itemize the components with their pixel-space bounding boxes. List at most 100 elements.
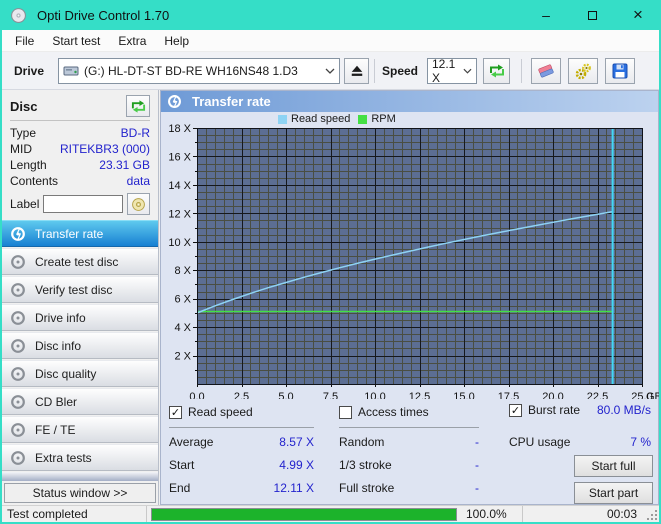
disc-icon: [10, 310, 26, 326]
drive-select[interactable]: (G:) HL-DT-ST BD-RE WH16NS48 1.D3: [58, 58, 340, 84]
save-icon: [612, 63, 628, 79]
start-full-button[interactable]: Start full: [574, 455, 653, 477]
rpm-legend-label: RPM: [371, 113, 396, 125]
cpu-usage-row: CPU usage 7 %: [509, 435, 651, 449]
disc-row-mid: MID RITEKBR3 (000): [10, 142, 150, 156]
result-row: Full stroke -: [339, 481, 479, 495]
svg-text:17.5: 17.5: [498, 391, 519, 399]
burst-rate-checkbox[interactable]: ✓ Burst rate: [509, 403, 580, 418]
sidebar-item-extra-tests[interactable]: Extra tests: [2, 444, 158, 471]
panel-title: Transfer rate: [192, 94, 271, 109]
sidebar-item-transfer-rate[interactable]: Transfer rate: [2, 220, 158, 247]
checkbox-icon: ✓: [509, 404, 522, 417]
disc-icon: [10, 422, 26, 438]
status-text: Test completed: [2, 506, 147, 522]
svg-text:20.0: 20.0: [542, 391, 563, 399]
access-times-checkbox[interactable]: Access times: [339, 405, 429, 419]
divider: [169, 427, 314, 428]
drive-icon: [63, 66, 79, 76]
result-row: Average 8.57 X: [169, 435, 314, 449]
rpm-legend-swatch: [358, 114, 368, 124]
speed-select[interactable]: 12.1 X: [427, 57, 477, 85]
disc-icon: [10, 254, 26, 270]
app-disc-icon: [11, 7, 26, 23]
svg-text:16 X: 16 X: [168, 151, 191, 163]
svg-text:14 X: 14 X: [168, 180, 191, 192]
chevron-down-icon: [325, 68, 335, 74]
svg-text:15.0: 15.0: [453, 391, 474, 399]
disc-panel: Disc Type BD-R MID RITEKBR3 (000) Length…: [2, 90, 158, 217]
gears-icon: [575, 63, 591, 79]
drive-label: Drive: [14, 64, 45, 78]
svg-text:4 X: 4 X: [174, 322, 191, 334]
disc-icon: [10, 394, 26, 410]
resize-grip[interactable]: [647, 510, 657, 520]
refresh-disc-button[interactable]: [126, 95, 150, 117]
sidebar-item-verify-test-disc[interactable]: Verify test disc: [2, 276, 158, 303]
disc-icon: [10, 450, 26, 466]
speed-label: Speed: [382, 64, 419, 78]
eraser-icon: [538, 64, 554, 78]
erase-disc-button[interactable]: [531, 58, 561, 84]
results-panel: ✓ Read speed Average 8.57 X Start 4.99 X E…: [161, 399, 658, 504]
burst-rate-row: ✓ Burst rate 80.0 MB/s: [509, 403, 651, 418]
svg-text:22.5: 22.5: [587, 391, 608, 399]
menu-start-test[interactable]: Start test: [43, 30, 109, 52]
close-icon[interactable]: ×: [615, 0, 661, 30]
progress-fill: [152, 508, 456, 520]
svg-text:10.0: 10.0: [364, 391, 385, 399]
menu-help[interactable]: Help: [155, 30, 198, 52]
read-speed-checkbox[interactable]: ✓ Read speed: [169, 405, 253, 419]
menu-file[interactable]: File: [6, 30, 43, 52]
disc-icon: [10, 282, 26, 298]
sidebar-nav: Transfer rate Create test disc Verify te…: [2, 220, 158, 472]
label-input[interactable]: [43, 195, 124, 213]
sidebar-item-drive-info[interactable]: Drive info: [2, 304, 158, 331]
window-title: Opti Drive Control 1.70: [37, 7, 170, 23]
minimize-icon[interactable]: –: [523, 0, 569, 30]
sidebar-item-disc-quality[interactable]: Disc quality: [2, 360, 158, 387]
svg-text:7.5: 7.5: [323, 391, 338, 399]
sidebar-item-create-test-disc[interactable]: Create test disc: [2, 248, 158, 275]
checkbox-icon: [339, 405, 352, 419]
disc-row-length: Length 23.31 GB: [10, 158, 150, 172]
read-speed-legend-swatch: [278, 114, 287, 124]
transfer-rate-chart: Read speed RPM 0.0 2.5 5.0 7.5 10.0 12.5 15.0 1…: [161, 112, 659, 403]
toolbar-separator: [521, 59, 522, 83]
sidebar-item-disc-info[interactable]: Disc info: [2, 332, 158, 359]
svg-text:5.0: 5.0: [278, 391, 293, 399]
result-row: 1/3 stroke -: [339, 458, 479, 472]
chevron-down-icon: [463, 68, 472, 74]
svg-text:0.0: 0.0: [189, 391, 204, 399]
result-row: Random -: [339, 435, 479, 449]
chart-plot: 0.0 2.5 5.0 7.5 10.0 12.5 15.0 17.5 20.0 22.5 25.0…: [168, 123, 659, 403]
disc-icon: [10, 338, 26, 354]
status-window-button[interactable]: Status window >>: [4, 483, 156, 503]
toolbar-separator: [374, 59, 375, 83]
divider: [10, 120, 150, 121]
status-bar: Test completed 100.0% 00:03: [2, 505, 659, 522]
svg-text:12 X: 12 X: [168, 208, 191, 220]
label-field-label: Label: [10, 197, 40, 211]
svg-text:2 X: 2 X: [174, 351, 191, 363]
sidebar-item-fe-te[interactable]: FE / TE: [2, 416, 158, 443]
settings-button[interactable]: [568, 58, 598, 84]
disc-bolt-icon: [10, 226, 26, 242]
sidebar-item-cd-bler[interactable]: CD Bler: [2, 388, 158, 415]
speed-value: 12.1 X: [432, 57, 456, 85]
toolbar: Drive (G:) HL-DT-ST BD-RE WH16NS48 1.D3: [2, 52, 659, 90]
result-row: Start 4.99 X: [169, 458, 314, 472]
start-part-button[interactable]: Start part: [574, 482, 653, 504]
refresh-speed-button[interactable]: [483, 58, 510, 84]
progress-percent: 100.0%: [461, 506, 523, 522]
disc-row-type: Type BD-R: [10, 126, 150, 140]
save-button[interactable]: [605, 58, 635, 84]
read-speed-legend-label: Read speed: [291, 113, 351, 125]
svg-text:GB: GB: [646, 391, 659, 399]
menu-extra[interactable]: Extra: [109, 30, 155, 52]
write-label-button[interactable]: [127, 193, 150, 215]
app-window: Opti Drive Control 1.70 – × File Start t…: [0, 0, 661, 524]
drive-value: (G:) HL-DT-ST BD-RE WH16NS48 1.D3: [84, 64, 298, 78]
maximize-icon[interactable]: [569, 0, 615, 30]
eject-button[interactable]: [344, 58, 369, 84]
